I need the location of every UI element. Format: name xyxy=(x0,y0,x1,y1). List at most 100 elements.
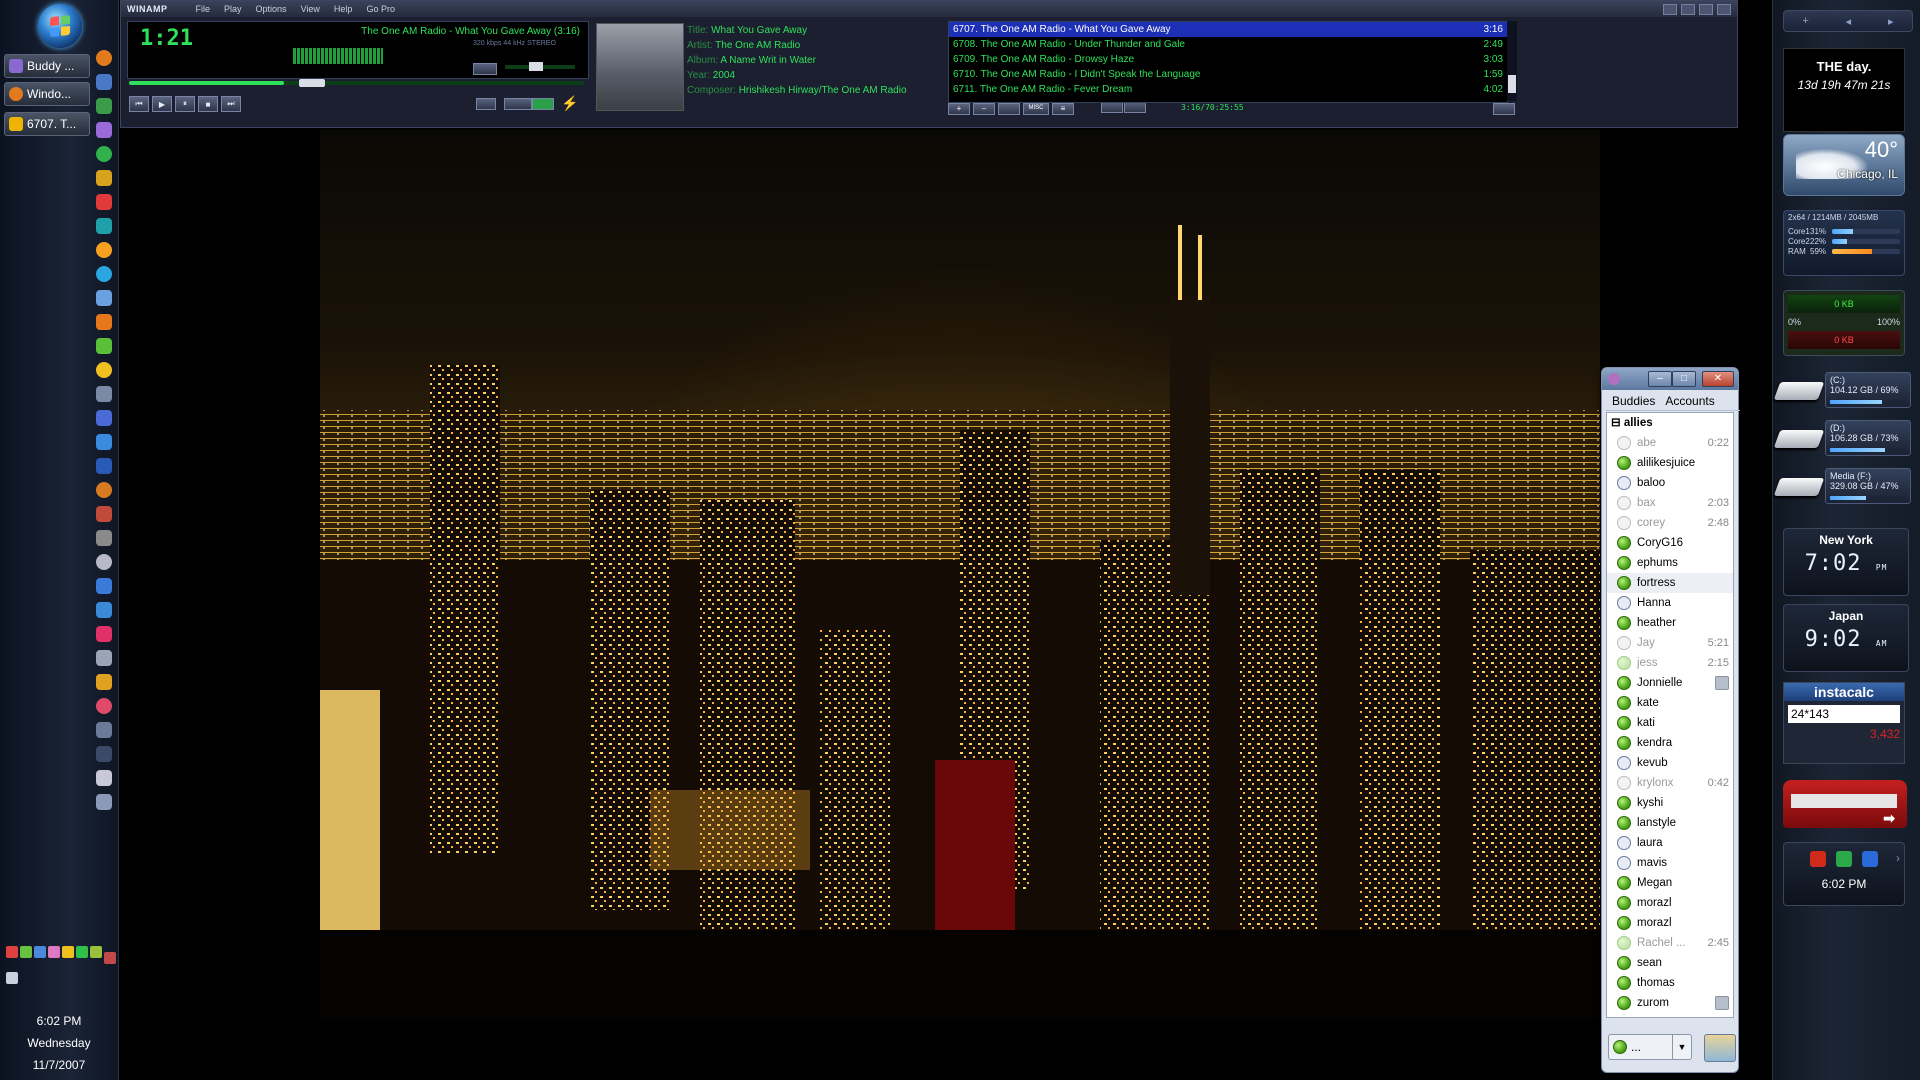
add-gadget-icon[interactable]: + xyxy=(1802,15,1808,27)
repeat-button[interactable] xyxy=(532,98,554,110)
network-icon[interactable] xyxy=(96,290,112,306)
media-icon[interactable] xyxy=(96,698,112,714)
winamp-titlebar[interactable]: WINAMP File Play Options View Help Go Pr… xyxy=(121,1,1737,17)
clock-gadget-japan[interactable]: Japan 9:02 AM xyxy=(1783,604,1909,672)
menu-play[interactable]: Play xyxy=(224,4,242,14)
calculator-input[interactable]: 24*143 xyxy=(1788,705,1900,723)
document-icon[interactable] xyxy=(96,530,112,546)
buddy-row[interactable]: kevub xyxy=(1607,753,1733,773)
close-button[interactable]: ✕ xyxy=(1702,371,1734,387)
menu-accounts[interactable]: Accounts xyxy=(1665,392,1714,410)
smiley-icon[interactable] xyxy=(96,362,112,378)
lightning-icon[interactable] xyxy=(96,674,112,690)
terminal-icon[interactable] xyxy=(96,746,112,762)
maximize-button[interactable]: □ xyxy=(1672,371,1696,387)
tray-monitor-icon[interactable] xyxy=(104,952,116,964)
playlist-item[interactable]: 6710. The One AM Radio - I Didn't Speak … xyxy=(949,67,1507,82)
lightning-icon[interactable]: ⚡ xyxy=(561,95,578,112)
tools-icon[interactable] xyxy=(96,650,112,666)
calculator-icon[interactable] xyxy=(96,386,112,402)
buddy-row[interactable]: Jay 5:21 xyxy=(1607,633,1733,653)
winamp-icon[interactable] xyxy=(96,170,112,186)
utorrent-icon[interactable] xyxy=(96,338,112,354)
eject-button[interactable] xyxy=(476,98,496,110)
buddy-row[interactable]: kate xyxy=(1607,693,1733,713)
countdown-gadget[interactable]: THE day. 13d 19h 47m 21s xyxy=(1783,48,1905,132)
dictionary-gadget[interactable]: ➡ xyxy=(1783,776,1907,832)
buddy-row[interactable]: alilikesjuice xyxy=(1607,453,1733,473)
switch-user-icon[interactable] xyxy=(1862,851,1878,867)
next-icon[interactable]: ⏭ xyxy=(221,96,241,112)
start-button[interactable] xyxy=(38,4,82,48)
buddy-row[interactable]: sean xyxy=(1607,953,1733,973)
playlist-item[interactable]: 6708. The One AM Radio - Under Thunder a… xyxy=(949,37,1507,52)
maximize-button[interactable] xyxy=(1699,3,1713,15)
buddy-row[interactable]: CoryG16 xyxy=(1607,533,1733,553)
taskbar-window-firefox[interactable]: Windo... xyxy=(4,82,90,106)
bug-icon[interactable] xyxy=(96,794,112,810)
shade-button[interactable] xyxy=(1681,3,1695,15)
buddy-row[interactable]: mavis xyxy=(1607,853,1733,873)
pidgin-icon[interactable] xyxy=(96,122,112,138)
play-icon[interactable]: ▶ xyxy=(152,96,172,112)
playlist-scroll-thumb[interactable] xyxy=(1508,75,1516,93)
playlist-item[interactable]: 6711. The One AM Radio - Fever Dream 4:02 xyxy=(949,82,1507,97)
volume-icon[interactable] xyxy=(6,972,18,984)
weather-gadget[interactable]: 40° Chicago, IL xyxy=(1783,134,1905,196)
email-icon[interactable] xyxy=(96,602,112,618)
power-icon[interactable] xyxy=(1810,851,1826,867)
dictionary-search-input[interactable] xyxy=(1791,794,1897,808)
arrow-right-icon[interactable]: ➡ xyxy=(1883,810,1895,827)
settings-icon[interactable] xyxy=(96,242,112,258)
buddy-row[interactable]: morazl xyxy=(1607,893,1733,913)
buddy-titlebar[interactable]: – □ ✕ xyxy=(1602,368,1738,390)
globe-icon[interactable] xyxy=(96,482,112,498)
flower-icon[interactable] xyxy=(96,626,112,642)
buddy-row[interactable]: corey 2:48 xyxy=(1607,513,1733,533)
grid-icon[interactable] xyxy=(1836,851,1852,867)
minimize-button[interactable] xyxy=(1663,3,1677,15)
avatar[interactable] xyxy=(1704,1034,1736,1062)
elapsed-time[interactable]: 1:21 xyxy=(140,26,193,51)
volume-handle[interactable] xyxy=(529,62,543,71)
minimize-button[interactable]: – xyxy=(1648,371,1672,387)
photoshop-icon[interactable] xyxy=(96,458,112,474)
buddy-row[interactable]: Hanna xyxy=(1607,593,1733,613)
tray-shield-icon[interactable] xyxy=(90,946,102,958)
word-icon[interactable] xyxy=(96,410,112,426)
chevron-down-icon[interactable]: ▼ xyxy=(1672,1035,1691,1059)
status-selector[interactable]: ... ▼ xyxy=(1608,1034,1692,1060)
buddy-row[interactable]: morazl xyxy=(1607,913,1733,933)
taskbar-clock[interactable]: 6:02 PM Wednesday 11/7/2007 xyxy=(0,1010,118,1076)
drive-gadget-f[interactable]: Media (F:) 329.08 GB / 47% xyxy=(1773,466,1913,506)
buddy-row[interactable]: lanstyle xyxy=(1607,813,1733,833)
playlist-item[interactable]: 6707. The One AM Radio - What You Gave A… xyxy=(949,22,1507,37)
menu-go-pro[interactable]: Go Pro xyxy=(366,4,395,14)
photos-icon[interactable] xyxy=(96,98,112,114)
pause-icon[interactable]: ⏸ xyxy=(175,96,195,112)
visualizer[interactable] xyxy=(293,48,383,64)
menu-view[interactable]: View xyxy=(301,4,320,14)
vlc-icon[interactable] xyxy=(96,314,112,330)
close-button[interactable] xyxy=(1717,3,1731,15)
buddy-row[interactable]: heather xyxy=(1607,613,1733,633)
buddy-row[interactable]: kyshi xyxy=(1607,793,1733,813)
buddy-row[interactable]: Jonnielle xyxy=(1607,673,1733,693)
playlist-item[interactable]: 6709. The One AM Radio - Drowsy Haze 3:03 xyxy=(949,52,1507,67)
taskbar-window-buddy[interactable]: Buddy ... xyxy=(4,54,90,78)
buddy-row[interactable]: thomas xyxy=(1607,973,1733,993)
tray-network-icon[interactable] xyxy=(34,946,46,958)
disc-icon[interactable] xyxy=(96,554,112,570)
messenger-icon[interactable] xyxy=(96,146,112,162)
buddy-row[interactable]: baloo xyxy=(1607,473,1733,493)
chevron-right-icon[interactable]: › xyxy=(1896,851,1900,865)
list-icon[interactable] xyxy=(96,770,112,786)
explorer-icon[interactable] xyxy=(96,74,112,90)
previous-icon[interactable]: ⏮ xyxy=(129,96,149,112)
remove-button[interactable]: – xyxy=(973,103,995,115)
buddy-row[interactable]: kendra xyxy=(1607,733,1733,753)
home-icon[interactable] xyxy=(96,506,112,522)
user-icon[interactable] xyxy=(96,722,112,738)
menu-buddies[interactable]: Buddies xyxy=(1612,392,1655,410)
tray-pidgin-icon[interactable] xyxy=(48,946,60,958)
